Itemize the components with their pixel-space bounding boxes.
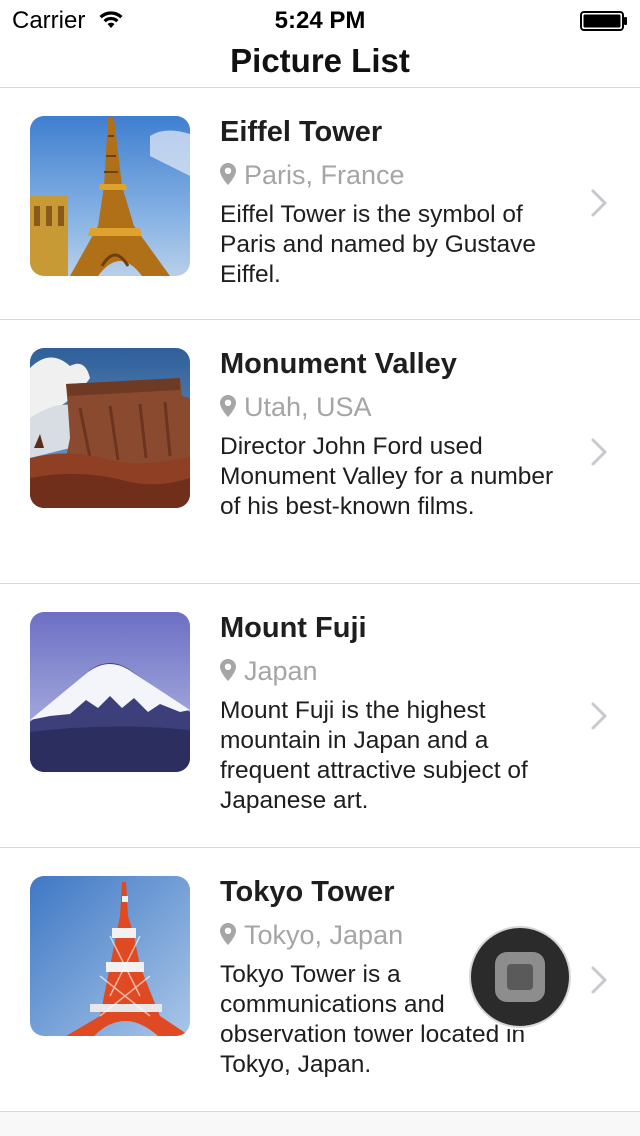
map-pin-icon — [220, 395, 236, 417]
eiffel-tower-thumbnail — [30, 116, 190, 276]
item-description: Director John Ford used Monument Valley … — [220, 433, 554, 520]
list-footer — [0, 1112, 640, 1136]
item-description: Eiffel Tower is the symbol of Paris and … — [220, 201, 536, 288]
list-item-eiffel-tower[interactable]: Eiffel Tower Paris, France Eiffel Tower … — [0, 88, 640, 320]
tokyo-tower-thumbnail — [30, 876, 190, 1036]
item-location: Paris, France — [220, 160, 405, 191]
item-location: Tokyo, Japan — [220, 920, 403, 951]
item-location-label: Japan — [244, 656, 318, 686]
status-bar: Carrier 5:24 PM — [0, 0, 640, 40]
navigation-bar: Picture List — [0, 40, 640, 88]
assistive-touch-button[interactable] — [469, 926, 571, 1028]
item-title: Tokyo Tower — [220, 876, 395, 908]
mount-fuji-thumbnail — [30, 612, 190, 772]
item-location-label: Utah, USA — [244, 392, 372, 422]
item-title: Monument Valley — [220, 348, 457, 380]
page-title: Picture List — [230, 42, 410, 79]
monument-valley-thumbnail — [30, 348, 190, 508]
item-location-label: Paris, France — [244, 160, 405, 190]
map-pin-icon — [220, 163, 236, 185]
chevron-right-icon — [591, 438, 607, 466]
item-title: Mount Fuji — [220, 612, 367, 644]
chevron-right-icon — [591, 966, 607, 994]
chevron-right-icon — [591, 189, 607, 217]
battery-full-icon — [580, 11, 627, 31]
status-time: 5:24 PM — [274, 7, 366, 34]
item-description: Mount Fuji is the highest mountain in Ja… — [220, 697, 528, 814]
monument-valley-photo-icon — [30, 348, 190, 508]
item-location-label: Tokyo, Japan — [244, 920, 404, 950]
item-location: Japan — [220, 656, 318, 687]
tokyo-tower-photo-icon — [30, 876, 190, 1036]
map-pin-icon — [220, 659, 236, 681]
eiffel-tower-photo-icon — [30, 116, 190, 276]
mount-fuji-photo-icon — [30, 612, 190, 772]
assistive-touch-core — [507, 964, 533, 990]
map-pin-icon — [220, 923, 236, 945]
chevron-right-icon — [591, 702, 607, 730]
screen: Carrier 5:24 PM Picture List Eiffel Towe… — [0, 0, 640, 1136]
item-location: Utah, USA — [220, 392, 372, 423]
item-title: Eiffel Tower — [220, 116, 383, 148]
list-item-mount-fuji[interactable]: Mount Fuji Japan Mount Fuji is the highe… — [0, 584, 640, 848]
list-item-monument-valley[interactable]: Monument Valley Utah, USA Director John … — [0, 320, 640, 584]
